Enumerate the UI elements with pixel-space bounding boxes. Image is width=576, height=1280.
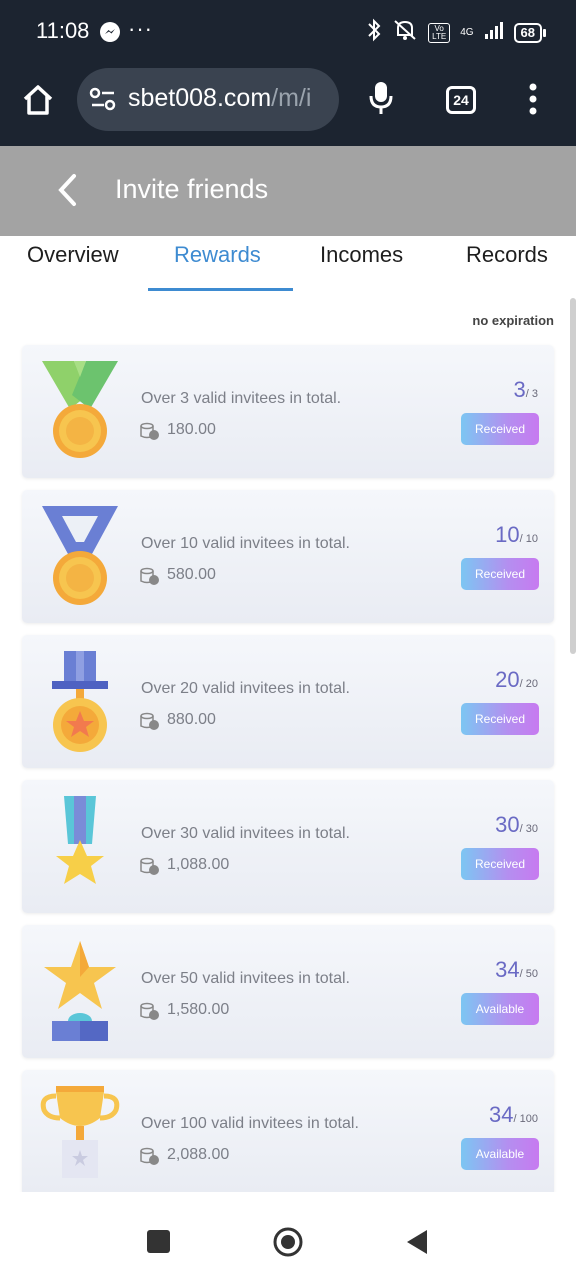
coins-icon — [140, 711, 160, 731]
system-nav-bar — [0, 1192, 576, 1280]
expiry-note: no expiration — [472, 313, 554, 328]
back-nav-button[interactable] — [405, 1228, 429, 1256]
reward-card: Over 3 valid invitees in total. 180.00 3… — [22, 345, 554, 478]
reward-amount: 580.00 — [167, 566, 216, 583]
reward-card: Over 100 valid invitees in total. 2,088.… — [22, 1070, 554, 1192]
status-time: 11:08 — [36, 18, 90, 43]
reward-card: Over 10 valid invitees in total. 580.00 … — [22, 490, 554, 623]
reward-status-button[interactable]: Received — [461, 703, 539, 735]
home-nav-button[interactable] — [272, 1226, 304, 1258]
home-button[interactable] — [20, 82, 56, 118]
reward-status-button[interactable]: Received — [461, 848, 539, 880]
tab-bar: Overview Rewards Incomes Records — [0, 236, 576, 294]
progress-total: / 10 — [519, 533, 538, 545]
progress-current: 34 — [495, 957, 520, 982]
tab-rewards[interactable]: Rewards — [174, 242, 261, 268]
status-bar: 11:08 ··· Vo LTE 4G 68 — [0, 0, 576, 64]
battery-icon: 68 — [513, 22, 546, 43]
battery-level: 68 — [513, 22, 542, 43]
progress-current: 20 — [495, 667, 520, 692]
url-text[interactable]: sbet008.com/m/i — [128, 84, 332, 113]
green-ribbon-medal-icon — [36, 357, 124, 467]
gold-cup-trophy-icon — [36, 1082, 124, 1192]
progress-total: / 50 — [519, 968, 538, 980]
reward-requirement: Over 30 valid invitees in total. — [141, 825, 350, 842]
signal-icon — [484, 20, 504, 45]
coins-icon — [140, 856, 160, 876]
reward-amount: 880.00 — [167, 711, 216, 728]
coins-icon — [140, 1146, 160, 1166]
network-type: 4G — [460, 26, 474, 38]
browser-toolbar: sbet008.com/m/i 24 — [0, 64, 576, 146]
reward-requirement: Over 20 valid invitees in total. — [141, 680, 350, 697]
progress-total: / 3 — [525, 388, 538, 400]
home-icon — [23, 85, 53, 115]
reward-progress: 30/ 30 — [448, 812, 538, 838]
progress-total: / 100 — [513, 1113, 538, 1125]
coins-icon — [140, 421, 160, 441]
page-header: Invite friends — [0, 146, 576, 236]
blue-ribbon-medal-icon — [36, 502, 124, 612]
progress-current: 3 — [513, 377, 526, 402]
reward-progress: 34/ 100 — [448, 1102, 538, 1128]
recent-apps-button[interactable] — [147, 1230, 170, 1253]
tab-overview[interactable]: Overview — [27, 242, 119, 268]
network-type-label: 4G — [460, 26, 474, 38]
mute-icon — [392, 18, 418, 47]
tab-incomes[interactable]: Incomes — [320, 242, 403, 268]
back-button[interactable] — [54, 172, 82, 213]
more-notifications-icon: ··· — [128, 16, 153, 41]
reward-requirement: Over 50 valid invitees in total. — [141, 970, 350, 987]
messenger-icon — [100, 22, 120, 42]
progress-current: 10 — [495, 522, 520, 547]
chevron-left-icon — [58, 174, 76, 206]
more-vert-icon — [529, 83, 537, 115]
reward-amount: 1,088.00 — [167, 856, 230, 873]
tab-switcher-button[interactable]: 24 — [446, 86, 476, 114]
progress-current: 34 — [489, 1102, 514, 1127]
reward-requirement: Over 3 valid invitees in total. — [141, 390, 342, 407]
bluetooth-icon — [366, 18, 382, 47]
reward-amount: 2,088.00 — [167, 1146, 230, 1163]
back-triangle-icon — [407, 1230, 427, 1254]
active-tab-indicator — [148, 288, 293, 291]
microphone-icon — [369, 82, 393, 114]
coins-icon — [140, 566, 160, 586]
star-medal-icon — [36, 647, 124, 757]
address-bar[interactable]: sbet008.com/m/i — [77, 68, 339, 131]
browser-menu-button[interactable] — [528, 82, 538, 121]
reward-status-button[interactable]: Received — [461, 413, 539, 445]
url-path: /m/i — [271, 84, 312, 112]
reward-requirement: Over 100 valid invitees in total. — [141, 1115, 359, 1132]
reward-progress: 3/ 3 — [448, 377, 538, 403]
progress-total: / 30 — [519, 823, 538, 835]
volte-badge: Vo LTE — [428, 22, 451, 43]
coins-icon — [140, 1001, 160, 1021]
tab-records[interactable]: Records — [466, 242, 548, 268]
reward-amount: 1,580.00 — [167, 1001, 230, 1018]
reward-status-button[interactable]: Received — [461, 558, 539, 590]
star-trophy-icon — [36, 937, 124, 1047]
reward-progress: 10/ 10 — [448, 522, 538, 548]
page-title: Invite friends — [115, 174, 269, 204]
scrollbar[interactable] — [570, 298, 576, 654]
reward-amount: 180.00 — [167, 421, 216, 438]
reward-requirement: Over 10 valid invitees in total. — [141, 535, 350, 552]
star-ribbon-medal-icon — [36, 792, 124, 902]
reward-progress: 34/ 50 — [448, 957, 538, 983]
voice-search-button[interactable] — [368, 80, 394, 121]
progress-current: 30 — [495, 812, 520, 837]
reward-progress: 20/ 20 — [448, 667, 538, 693]
reward-status-button[interactable]: Available — [461, 993, 539, 1025]
reward-card: Over 30 valid invitees in total. 1,088.0… — [22, 780, 554, 913]
home-circle-icon — [273, 1227, 303, 1257]
url-domain: sbet008.com — [128, 84, 272, 112]
reward-status-button[interactable]: Available — [461, 1138, 539, 1170]
site-settings-icon[interactable] — [89, 86, 117, 117]
reward-card: Over 20 valid invitees in total. 880.00 … — [22, 635, 554, 768]
reward-card: Over 50 valid invitees in total. 1,580.0… — [22, 925, 554, 1058]
progress-total: / 20 — [519, 678, 538, 690]
